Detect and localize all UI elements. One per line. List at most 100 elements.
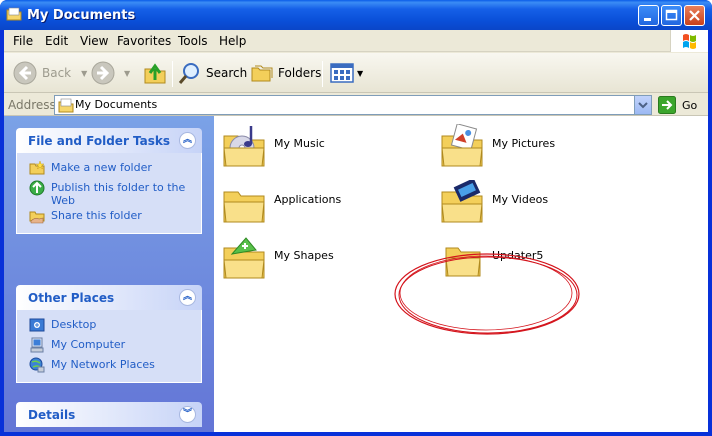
- folder-label: My Videos: [492, 193, 549, 206]
- menu-tools[interactable]: Tools: [178, 34, 208, 48]
- folder-view: My Music My Pictures Applications My Vid…: [214, 116, 708, 432]
- folder-item-my-music[interactable]: My Music: [222, 122, 422, 172]
- folder-label: My Shapes: [274, 249, 334, 262]
- expand-chevron-icon[interactable]: ︾: [179, 406, 196, 423]
- menu-edit[interactable]: Edit: [45, 34, 68, 48]
- back-button[interactable]: Back ▼: [12, 59, 87, 87]
- place-my-computer[interactable]: My Computer: [17, 336, 201, 356]
- back-arrow-icon: [13, 61, 37, 85]
- close-button[interactable]: [684, 5, 705, 26]
- task-pane: File and Folder Tasks ︽ Make a new folde…: [4, 116, 214, 432]
- minimize-button[interactable]: [638, 5, 659, 26]
- chevron-down-icon: [638, 102, 648, 109]
- collapse-chevron-icon[interactable]: ︽: [179, 132, 196, 149]
- menu-favorites[interactable]: Favorites: [117, 34, 171, 48]
- close-icon: [689, 10, 700, 21]
- views-button[interactable]: ▼: [330, 59, 363, 87]
- maximize-icon: [665, 9, 678, 21]
- menu-bar: File Edit View Favorites Tools Help: [4, 30, 708, 52]
- folder-item-my-pictures[interactable]: My Pictures: [440, 122, 640, 172]
- maximize-button[interactable]: [661, 5, 682, 26]
- place-label: My Network Places: [51, 358, 155, 371]
- address-dropdown-button[interactable]: [634, 96, 651, 114]
- menu-file[interactable]: File: [13, 34, 33, 48]
- folder-label: My Pictures: [492, 137, 556, 150]
- place-network[interactable]: My Network Places: [17, 356, 201, 376]
- task-make-new-folder[interactable]: Make a new folder: [17, 159, 201, 179]
- pictures-folder-icon: [441, 124, 483, 167]
- other-places-group: Other Places ︽ Desktop My Computer My Ne…: [16, 285, 202, 383]
- file-folder-tasks-group: File and Folder Tasks ︽ Make a new folde…: [16, 128, 202, 234]
- address-bar: Address My Documents Go: [4, 94, 708, 116]
- task-share-folder[interactable]: Share this folder: [17, 207, 201, 227]
- publish-web-icon: [29, 180, 45, 196]
- folder-title-icon: [6, 7, 22, 21]
- go-label: Go: [682, 98, 698, 112]
- computer-icon: [30, 337, 44, 353]
- details-header[interactable]: Details ︾: [16, 402, 202, 427]
- task-label: Publish this folder to the Web: [51, 181, 186, 207]
- other-places-header[interactable]: Other Places ︽: [16, 285, 202, 310]
- folder-icon: [223, 191, 265, 223]
- share-folder-icon: [29, 211, 45, 224]
- back-dropdown-icon[interactable]: ▼: [81, 69, 87, 78]
- task-label: Share this folder: [51, 209, 142, 222]
- back-label: Back: [42, 66, 72, 80]
- desktop-icon: [29, 318, 45, 332]
- up-folder-button[interactable]: [142, 59, 168, 87]
- window-client: File Edit View Favorites Tools Help Back…: [4, 30, 708, 432]
- my-documents-icon: [58, 98, 74, 113]
- network-places-icon: [29, 357, 45, 373]
- file-folder-tasks-body: Make a new folder Publish this folder to…: [16, 153, 202, 234]
- details-group: Details ︾: [16, 402, 202, 427]
- up-folder-icon: [144, 63, 166, 84]
- address-input[interactable]: My Documents: [54, 95, 652, 115]
- file-folder-tasks-title: File and Folder Tasks: [28, 134, 171, 148]
- windows-logo: [670, 30, 708, 52]
- toolbar-separator: [322, 61, 323, 87]
- search-icon: [178, 63, 199, 84]
- menu-view[interactable]: View: [80, 34, 108, 48]
- minimize-icon: [644, 18, 651, 21]
- folder-item-my-videos[interactable]: My Videos: [440, 178, 640, 228]
- music-folder-icon: [223, 126, 265, 167]
- views-icon: [330, 63, 354, 83]
- place-label: Desktop: [51, 318, 97, 331]
- file-folder-tasks-header[interactable]: File and Folder Tasks ︽: [16, 128, 202, 153]
- forward-dropdown-icon[interactable]: ▼: [124, 69, 130, 78]
- task-label: Make a new folder: [51, 161, 152, 174]
- folder-label: Applications: [274, 193, 342, 206]
- details-title: Details: [28, 408, 76, 422]
- search-label: Search: [206, 66, 248, 80]
- place-label: My Computer: [51, 338, 126, 351]
- other-places-title: Other Places: [28, 291, 115, 305]
- window-title: My Documents: [27, 8, 136, 23]
- explorer-window: My Documents File Edit View Favorites To…: [0, 0, 712, 436]
- folders-button[interactable]: Folders: [250, 59, 321, 87]
- address-label: Address: [8, 98, 56, 112]
- other-places-body: Desktop My Computer My Network Places: [16, 310, 202, 383]
- forward-arrow-icon: [91, 61, 115, 85]
- folder-label: My Music: [274, 137, 325, 150]
- collapse-chevron-icon[interactable]: ︽: [179, 289, 196, 306]
- toolbar-separator: [172, 61, 173, 87]
- title-bar[interactable]: My Documents: [0, 0, 712, 30]
- search-button[interactable]: Search: [178, 59, 247, 87]
- task-publish-web[interactable]: Publish this folder to the Web: [17, 179, 201, 207]
- folders-icon: [251, 65, 273, 82]
- folder-item-applications[interactable]: Applications: [222, 178, 422, 228]
- go-button[interactable]: Go: [658, 96, 697, 114]
- address-value: My Documents: [75, 98, 158, 111]
- highlight-ellipse: [394, 253, 580, 335]
- place-desktop[interactable]: Desktop: [17, 316, 201, 336]
- menu-help[interactable]: Help: [219, 34, 246, 48]
- go-arrow-icon: [658, 96, 676, 114]
- folders-label: Folders: [278, 66, 322, 80]
- views-dropdown-icon[interactable]: ▼: [357, 69, 363, 78]
- windows-flag-icon: [683, 34, 696, 49]
- shapes-folder-icon: [223, 237, 265, 279]
- videos-folder-icon: [441, 180, 483, 223]
- toolbar: Back ▼ ▼ Search Folders ▼: [4, 53, 708, 93]
- new-folder-icon: [29, 160, 45, 175]
- forward-button[interactable]: ▼: [90, 59, 130, 87]
